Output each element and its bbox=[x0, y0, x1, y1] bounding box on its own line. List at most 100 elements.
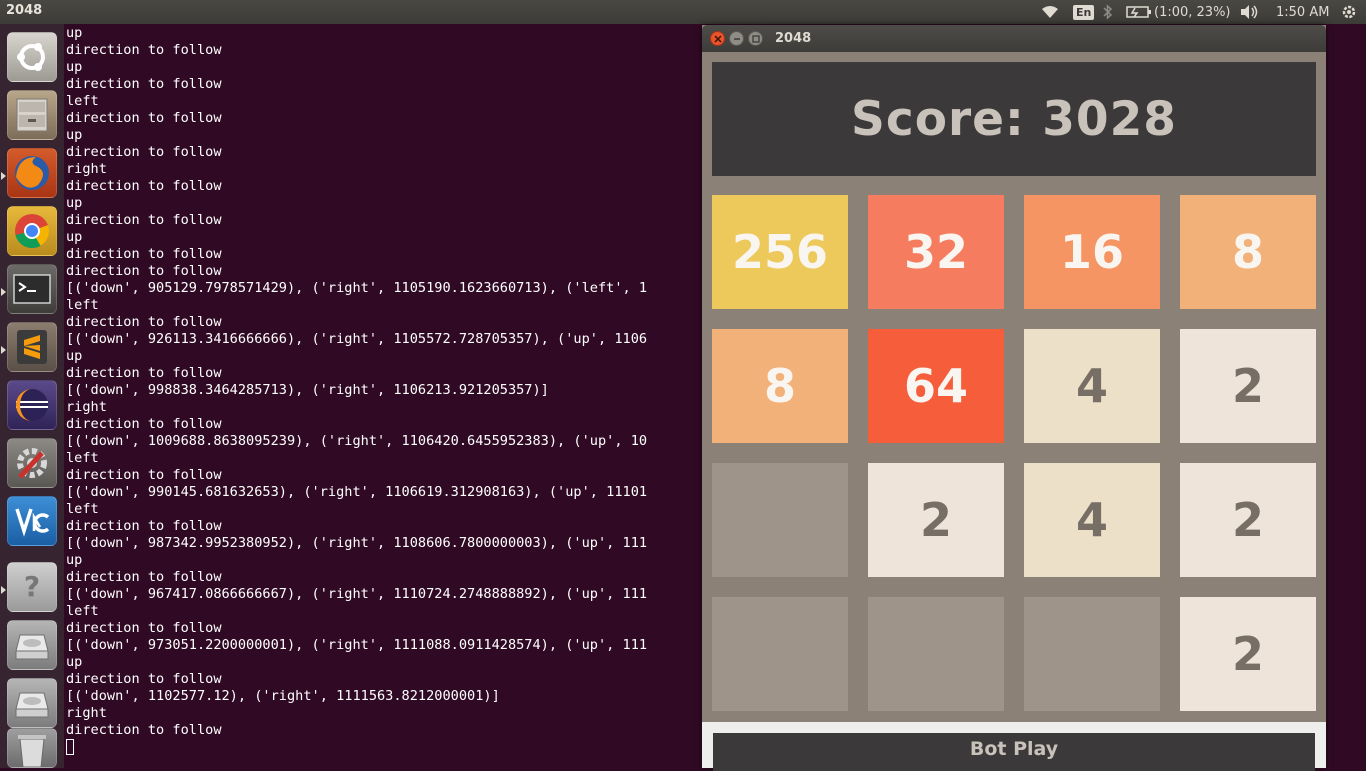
terminal-line: direction to follow bbox=[66, 467, 222, 483]
terminal-line: [('down', 1009688.8638095239), ('right',… bbox=[66, 433, 648, 449]
battery-text: (1:00, 23%) bbox=[1154, 4, 1231, 20]
bot-play-button[interactable]: Bot Play bbox=[713, 733, 1315, 771]
eclipse-icon bbox=[16, 389, 48, 421]
terminal-line: direction to follow bbox=[66, 722, 222, 738]
terminal-line: up bbox=[66, 229, 83, 245]
firefox-icon bbox=[15, 156, 49, 190]
terminal-lines: up direction to follow up direction to foll… bbox=[66, 25, 647, 739]
maximize-icon bbox=[751, 34, 760, 43]
volume-indicator[interactable] bbox=[1239, 0, 1259, 24]
launcher-terminal[interactable] bbox=[7, 264, 57, 314]
help-running-indicator bbox=[1, 586, 6, 594]
terminal-line: direction to follow bbox=[66, 110, 222, 126]
tile-64: 64 bbox=[868, 329, 1004, 443]
chrome-icon bbox=[15, 214, 50, 248]
minimize-button[interactable] bbox=[729, 31, 744, 46]
svg-text:?: ? bbox=[24, 570, 40, 603]
launcher-help[interactable]: ? bbox=[7, 562, 57, 612]
power-gear-icon bbox=[1342, 5, 1356, 19]
keyboard-layout-badge: En bbox=[1073, 4, 1095, 20]
maximize-button[interactable] bbox=[748, 31, 763, 46]
keyboard-indicator[interactable]: En bbox=[1073, 0, 1095, 24]
tile-2: 2 bbox=[1180, 329, 1316, 443]
terminal-line: [('down', 987342.9952380952), ('right', … bbox=[66, 535, 648, 551]
game-window: 2048 Score: 3028 256 32 16 8 8 64 4 2 2 4 2 2 Bot P… bbox=[702, 25, 1326, 771]
terminal-line: left bbox=[66, 297, 99, 313]
tile-empty bbox=[712, 463, 848, 577]
battery-indicator[interactable]: (1:00, 23%) bbox=[1126, 0, 1231, 24]
session-indicator[interactable] bbox=[1341, 0, 1357, 24]
terminal-line: [('down', 1102577.12), ('right', 1111563… bbox=[66, 688, 500, 704]
vnc-icon bbox=[15, 508, 50, 537]
terminal-line: right bbox=[66, 161, 107, 177]
launcher-trash[interactable] bbox=[7, 728, 57, 768]
question-mark-icon: ? bbox=[24, 570, 40, 603]
tile-empty bbox=[712, 597, 848, 711]
score-panel: Score: 3028 bbox=[712, 62, 1316, 176]
close-button[interactable] bbox=[710, 31, 725, 46]
terminal-line: left bbox=[66, 450, 99, 466]
terminal-line: direction to follow bbox=[66, 365, 222, 381]
terminal-line: left bbox=[66, 501, 99, 517]
terminal-line: direction to follow bbox=[66, 569, 222, 585]
terminal-line: left bbox=[66, 93, 99, 109]
terminal-cursor bbox=[66, 739, 74, 755]
launcher-drive-1[interactable] bbox=[7, 620, 57, 670]
tile-8: 8 bbox=[1180, 195, 1316, 309]
terminal-line: direction to follow bbox=[66, 518, 222, 534]
score-text: Score: 3028 bbox=[850, 91, 1178, 147]
terminal-line: up bbox=[66, 59, 83, 75]
top-panel: 2048 En (1:00, 23%) 1:50 AM bbox=[0, 0, 1366, 24]
window-titlebar[interactable]: 2048 bbox=[702, 25, 1326, 52]
launcher-eclipse[interactable] bbox=[7, 380, 57, 430]
launcher-sublime-text[interactable] bbox=[7, 322, 57, 372]
terminal-line: [('down', 973051.2200000001), ('right', … bbox=[66, 637, 648, 653]
clock-indicator[interactable]: 1:50 AM bbox=[1276, 0, 1329, 24]
launcher-firefox[interactable] bbox=[7, 148, 57, 198]
tile-2: 2 bbox=[1180, 463, 1316, 577]
terminal-line: up bbox=[66, 127, 83, 143]
tile-4: 4 bbox=[1024, 463, 1160, 577]
terminal-line: up bbox=[66, 348, 83, 364]
terminal-line: direction to follow bbox=[66, 178, 222, 194]
terminal-line: up bbox=[66, 654, 83, 670]
active-app-title: 2048 bbox=[6, 3, 43, 18]
terminal-line: direction to follow bbox=[66, 263, 222, 279]
terminal-output[interactable]: up direction to follow up direction to foll… bbox=[64, 24, 704, 768]
terminal-line: direction to follow bbox=[66, 314, 222, 330]
terminal-line: [('down', 998838.3464285713), ('right', … bbox=[66, 382, 549, 398]
minimize-icon bbox=[733, 37, 740, 40]
wifi-indicator[interactable] bbox=[1040, 0, 1060, 24]
window-title: 2048 bbox=[775, 31, 812, 46]
bluetooth-indicator[interactable] bbox=[1102, 0, 1114, 24]
volume-icon bbox=[1241, 5, 1258, 19]
terminal-line: direction to follow bbox=[66, 416, 222, 432]
sublime-text-icon bbox=[17, 330, 47, 364]
wifi-icon bbox=[1042, 6, 1058, 18]
settings-wrench-icon bbox=[17, 448, 47, 479]
bot-button-area: Bot Play bbox=[702, 722, 1326, 771]
launcher-drive-2[interactable] bbox=[7, 678, 57, 728]
battery-icon bbox=[1126, 6, 1151, 18]
terminal-line: [('down', 967417.0866666667), ('right', … bbox=[66, 586, 648, 602]
launcher-ubuntu-dash[interactable] bbox=[7, 32, 57, 82]
terminal-line: direction to follow bbox=[66, 671, 222, 687]
terminal-line: direction to follow bbox=[66, 212, 222, 228]
terminal-line: [('down', 905129.7978571429), ('right', … bbox=[66, 280, 648, 296]
terminal-line: direction to follow bbox=[66, 144, 222, 160]
launcher-system-settings[interactable] bbox=[7, 438, 57, 488]
sublime-running-indicator bbox=[1, 346, 6, 354]
launcher-chrome[interactable] bbox=[7, 206, 57, 256]
tile-empty bbox=[1024, 597, 1160, 711]
launcher-vnc-viewer[interactable] bbox=[7, 496, 57, 546]
terminal-line: up bbox=[66, 25, 83, 41]
file-cabinet-icon bbox=[16, 98, 48, 132]
firefox-running-indicator bbox=[1, 172, 6, 180]
launcher-files[interactable] bbox=[7, 90, 57, 140]
ubuntu-logo-icon bbox=[17, 43, 45, 71]
tile-16: 16 bbox=[1024, 195, 1160, 309]
tile-2: 2 bbox=[1180, 597, 1316, 711]
terminal-line: right bbox=[66, 705, 107, 721]
hard-drive-icon bbox=[15, 692, 49, 718]
tile-2: 2 bbox=[868, 463, 1004, 577]
